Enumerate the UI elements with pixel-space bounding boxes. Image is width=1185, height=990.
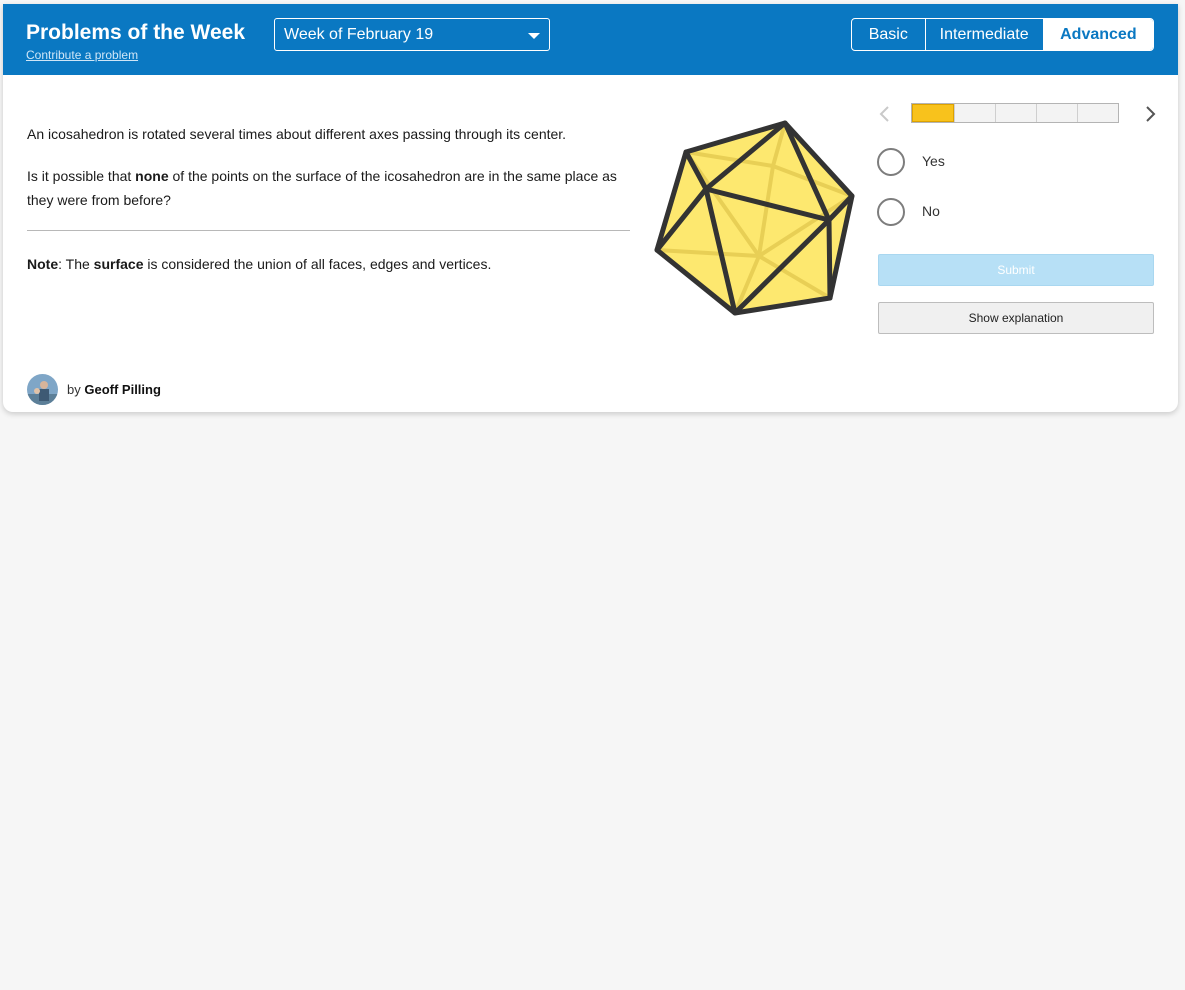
chevron-right-icon[interactable] [1140, 104, 1160, 124]
week-select[interactable]: Week of February 19 [274, 18, 550, 51]
week-select-value: Week of February 19 [284, 26, 434, 43]
icosahedron-figure [654, 120, 855, 316]
note-suffix: is considered the union of all faces, ed… [143, 256, 492, 272]
divider [27, 230, 630, 231]
level-toggle: Basic Intermediate Advanced [851, 18, 1154, 51]
page-title: Problems of the Week [26, 21, 246, 44]
note-emphasis: surface [93, 256, 144, 272]
by-label: by [67, 382, 81, 397]
radio-circle-icon[interactable] [877, 148, 905, 176]
show-explanation-button[interactable]: Show explanation [878, 302, 1154, 334]
contribute-link[interactable]: Contribute a problem [26, 48, 138, 62]
level-advanced-button[interactable]: Advanced [1042, 19, 1153, 50]
chevron-left-icon[interactable] [875, 104, 895, 124]
author-credit: by Geoff Pilling [67, 382, 161, 397]
progress-segment[interactable] [1036, 104, 1077, 122]
progress-segment[interactable] [954, 104, 995, 122]
chevron-down-icon [528, 33, 540, 39]
header-bar: Problems of the Week Contribute a proble… [3, 4, 1178, 75]
note-label: Note [27, 256, 59, 272]
author-name[interactable]: Geoff Pilling [84, 382, 161, 397]
progress-bar [911, 103, 1119, 123]
level-basic-button[interactable]: Basic [852, 19, 925, 50]
problem-statement: An icosahedron is rotated several times … [27, 126, 567, 142]
progress-segment[interactable] [1077, 104, 1118, 122]
level-intermediate-button[interactable]: Intermediate [924, 19, 1043, 50]
submit-button[interactable]: Submit [878, 254, 1154, 286]
problem-note: Note: The surface is considered the unio… [27, 254, 630, 274]
note-mid: : The [58, 256, 94, 272]
progress-segment[interactable] [995, 104, 1036, 122]
problem-card: Problems of the Week Contribute a proble… [3, 4, 1178, 412]
question-emphasis: none [135, 168, 169, 184]
question-prefix: Is it possible that [27, 168, 136, 184]
progress-segment[interactable] [912, 104, 954, 122]
radio-circle-icon[interactable] [877, 198, 905, 226]
choice-label: No [922, 203, 940, 219]
choice-label: Yes [922, 153, 945, 169]
avatar[interactable] [27, 374, 58, 405]
problem-question: Is it possible that none of the points o… [27, 164, 630, 212]
